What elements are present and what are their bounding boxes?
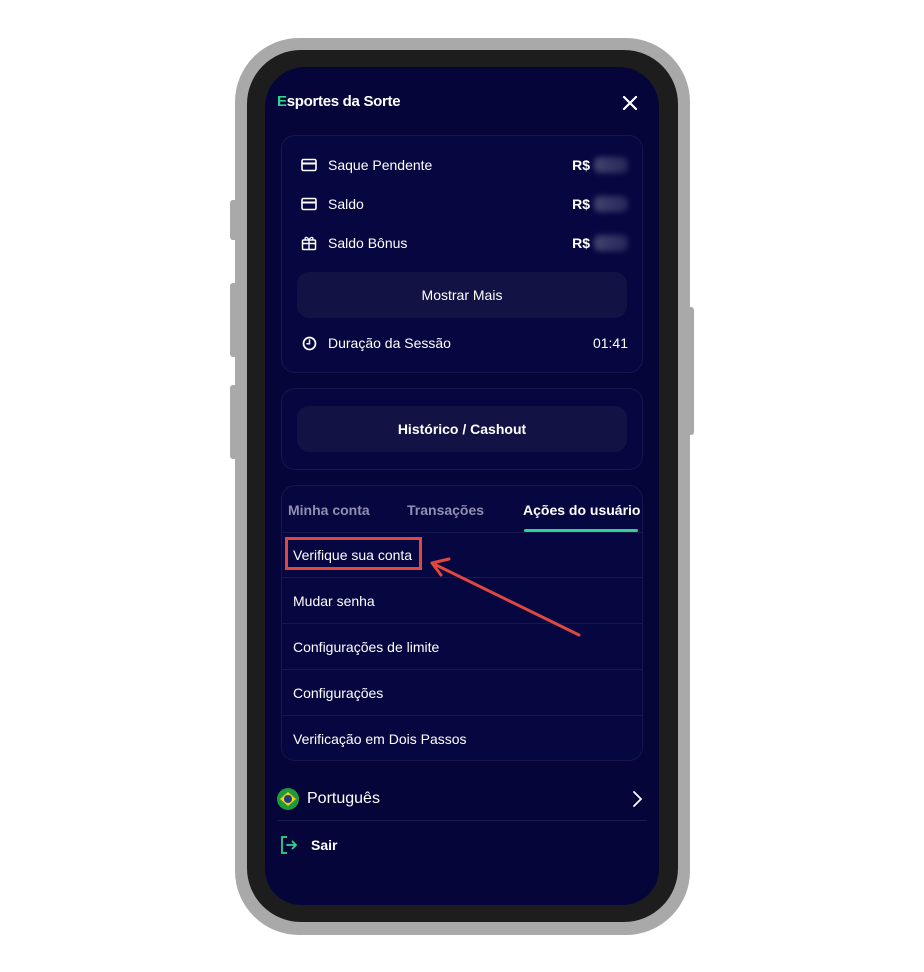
history-card: Histórico / Cashout xyxy=(281,388,643,470)
history-cashout-button[interactable]: Histórico / Cashout xyxy=(297,406,627,452)
language-label: Português xyxy=(307,790,380,807)
balance-row-bonus: Saldo Bônus R$ xyxy=(300,232,628,254)
balance-value: R$ xyxy=(572,196,628,212)
balance-label: Saque Pendente xyxy=(328,157,433,173)
balance-value: R$ xyxy=(572,235,628,251)
hidden-amount xyxy=(594,196,628,212)
logo-prefix: E xyxy=(277,93,287,110)
tab-minha-conta[interactable]: Minha conta xyxy=(288,502,370,518)
menu-item-limit-settings[interactable]: Configurações de limite xyxy=(282,623,642,669)
phone-side-button xyxy=(230,385,238,459)
menu-item-two-step-verification[interactable]: Verificação em Dois Passos xyxy=(282,715,642,761)
app-screen: Esportes da Sorte Saque Pendente R$ Sald… xyxy=(265,67,659,905)
balance-row-saldo: Saldo R$ xyxy=(300,193,628,215)
tab-bar: Minha conta Transações Ações do usuário xyxy=(282,486,642,533)
chevron-right-icon xyxy=(633,791,643,807)
brand-logo[interactable]: Esportes da Sorte xyxy=(277,93,401,110)
annotation-highlight-box xyxy=(285,537,422,570)
phone-side-button xyxy=(230,283,238,357)
card-icon xyxy=(300,156,318,174)
card-icon xyxy=(300,195,318,213)
logout-label: Sair xyxy=(311,837,338,853)
account-menu-card: Minha conta Transações Ações do usuário … xyxy=(281,485,643,761)
clock-icon xyxy=(300,334,318,352)
session-duration-row: Duração da Sessão 01:41 xyxy=(300,332,628,354)
session-value: 01:41 xyxy=(592,335,628,351)
menu-item-settings[interactable]: Configurações xyxy=(282,669,642,715)
divider xyxy=(277,820,647,821)
language-selector[interactable]: Português xyxy=(277,783,647,815)
gift-icon xyxy=(300,234,318,252)
logout-icon xyxy=(281,836,298,854)
hidden-amount xyxy=(594,157,628,173)
session-label: Duração da Sessão xyxy=(328,335,451,351)
show-more-button[interactable]: Mostrar Mais xyxy=(297,272,627,318)
tab-transacoes[interactable]: Transações xyxy=(407,502,484,518)
logout-button[interactable]: Sair xyxy=(279,833,337,857)
balance-row-pending: Saque Pendente R$ xyxy=(300,154,628,176)
brazil-flag-icon xyxy=(277,788,299,810)
hidden-amount xyxy=(594,235,628,251)
top-bar: Esportes da Sorte xyxy=(265,67,659,139)
phone-side-button xyxy=(230,200,238,240)
close-icon[interactable] xyxy=(619,92,641,114)
balance-label: Saldo Bônus xyxy=(328,235,408,251)
balance-card: Saque Pendente R$ Saldo R$ Saldo Bônus R… xyxy=(281,135,643,373)
balance-value: R$ xyxy=(572,157,628,173)
phone-side-button xyxy=(686,307,694,435)
balance-label: Saldo xyxy=(328,196,364,212)
menu-item-change-password[interactable]: Mudar senha xyxy=(282,577,642,623)
logo-text: sportes da Sorte xyxy=(286,93,401,110)
tab-acoes-do-usuario[interactable]: Ações do usuário xyxy=(523,502,640,518)
